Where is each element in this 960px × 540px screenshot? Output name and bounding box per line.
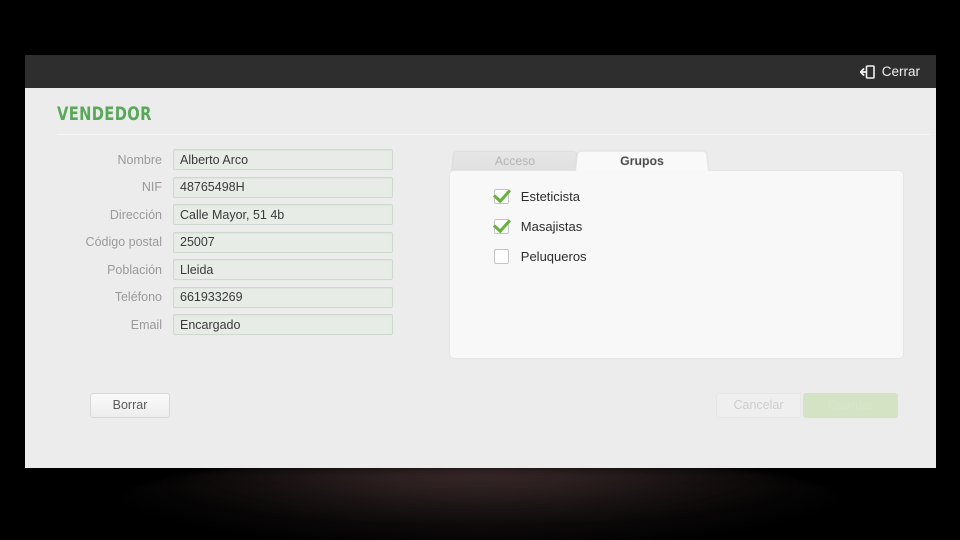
field-label: Población <box>107 262 162 277</box>
field-input[interactable] <box>173 149 393 170</box>
dialog-content: Nombre NIF Dirección Código postal Población… <box>57 149 904 359</box>
field-label: Email <box>130 317 162 332</box>
groups-panel: Esteticista Masajistas Peluqueros <box>448 170 904 359</box>
close-label: Cerrar <box>881 64 920 79</box>
group-label: Esteticista <box>520 189 581 204</box>
tab-acceso[interactable]: Acceso <box>450 150 579 171</box>
field-label: Nombre <box>117 152 162 167</box>
field-input[interactable] <box>173 259 393 280</box>
form-field-row: Email <box>65 314 411 335</box>
field-label: Teléfono <box>114 290 162 304</box>
field-input[interactable] <box>173 204 393 225</box>
group-checkbox-row[interactable]: Peluqueros <box>493 249 903 264</box>
right-column: Acceso Grupos Esteticista Masajistas Peluqu… <box>448 149 904 359</box>
tab-grupos[interactable]: Grupos <box>574 150 709 171</box>
field-input[interactable] <box>173 314 393 335</box>
checkbox-checked-icon[interactable] <box>493 219 509 234</box>
checkbox-unchecked-icon[interactable] <box>493 249 509 264</box>
group-label: Masajistas <box>520 219 583 234</box>
form-field-row: Dirección <box>65 204 411 225</box>
page-title: VENDEDOR <box>57 103 152 125</box>
form-field-row: Nombre <box>65 149 411 170</box>
close-button[interactable]: Cerrar <box>858 61 922 82</box>
cancel-button[interactable]: Cancelar <box>716 393 801 418</box>
dialog-drop-shadow-inner <box>170 462 790 520</box>
logout-icon <box>859 64 875 79</box>
screen: Cerrar VENDEDOR Nombre NIF Dirección Código… <box>0 0 960 540</box>
field-input[interactable] <box>173 231 393 253</box>
tab-bar: Acceso Grupos <box>449 149 904 171</box>
save-button[interactable]: Guardar <box>803 393 898 418</box>
group-checkbox-row[interactable]: Masajistas <box>493 219 903 234</box>
field-label: Dirección <box>109 207 162 222</box>
field-input[interactable] <box>173 176 393 198</box>
form-field-row: NIF <box>65 176 411 198</box>
form-field-row: Población <box>65 259 411 280</box>
field-input[interactable] <box>173 286 393 308</box>
vendedor-form: Nombre NIF Dirección Código postal Población… <box>57 149 411 359</box>
dialog-body: VENDEDOR Nombre NIF Dirección Código postal… <box>25 88 936 468</box>
group-checkbox-row[interactable]: Esteticista <box>493 189 903 204</box>
form-field-row: Código postal <box>65 231 411 253</box>
dialog-titlebar: Cerrar <box>25 55 936 88</box>
title-divider <box>57 134 930 135</box>
field-label: Código postal <box>85 235 162 249</box>
form-field-row: Teléfono <box>65 286 411 308</box>
field-label: NIF <box>141 180 162 194</box>
checkbox-checked-icon[interactable] <box>493 189 509 204</box>
vendedor-dialog: Cerrar VENDEDOR Nombre NIF Dirección Código… <box>25 55 936 468</box>
dialog-footer: Borrar Cancelar Guardar <box>57 393 904 423</box>
delete-button[interactable]: Borrar <box>90 393 170 418</box>
group-label: Peluqueros <box>520 249 587 264</box>
